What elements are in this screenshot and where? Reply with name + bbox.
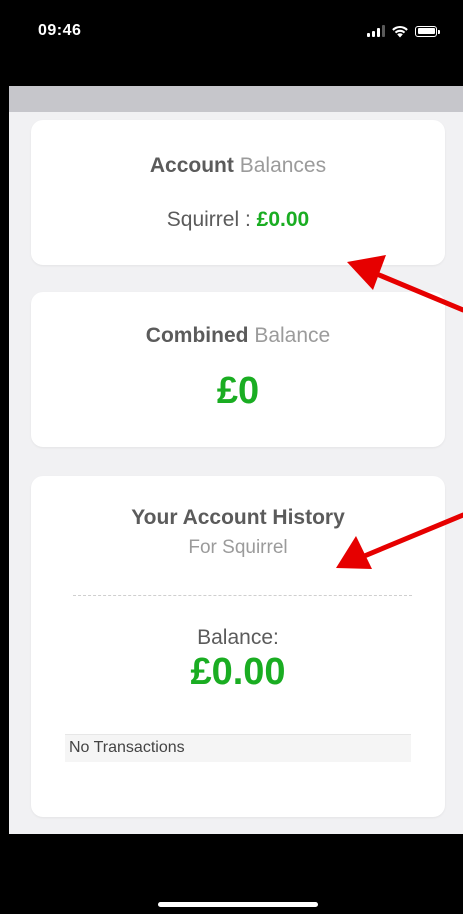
wifi-icon <box>392 25 408 38</box>
account-separator: : <box>239 208 257 231</box>
history-balance-label: Balance: <box>197 626 279 649</box>
cellular-signal-icon <box>367 25 385 37</box>
account-balances-title-light: Balances <box>239 154 327 177</box>
account-name: Squirrel <box>166 208 240 231</box>
status-time: 09:46 <box>38 22 82 39</box>
combined-balance-title: Combined Balance <box>31 324 445 348</box>
frame-left <box>0 0 9 914</box>
status-bar: 09:46 <box>0 0 463 86</box>
main-content[interactable]: Account Balances Squirrel : £0.00 Combin… <box>9 86 463 834</box>
account-balance-line[interactable]: Squirrel : £0.00 <box>31 208 445 232</box>
history-divider <box>73 595 412 596</box>
account-balances-title: Account Balances <box>31 154 445 178</box>
combined-balance-title-bold: Combined <box>145 324 249 347</box>
account-history-card: Your Account History For Squirrel Balanc… <box>31 476 445 817</box>
battery-icon <box>415 25 440 37</box>
history-balance-amount: £0.00 <box>190 651 286 693</box>
account-history-subtitle: For Squirrel <box>188 537 288 558</box>
transactions-list: No Transactions <box>65 734 411 762</box>
account-balances-title-bold: Account <box>149 154 234 177</box>
account-amount: £0.00 <box>256 208 310 231</box>
account-history-title: Your Account History <box>131 506 345 529</box>
combined-balance-card: Combined Balance £0 <box>31 292 445 447</box>
combined-balance-amount: £0 <box>216 370 260 412</box>
account-balances-card: Account Balances Squirrel : £0.00 <box>31 120 445 265</box>
status-icons <box>367 24 440 38</box>
home-indicator[interactable] <box>158 902 318 907</box>
combined-balance-title-light: Balance <box>254 324 331 347</box>
header-strip <box>9 86 463 112</box>
